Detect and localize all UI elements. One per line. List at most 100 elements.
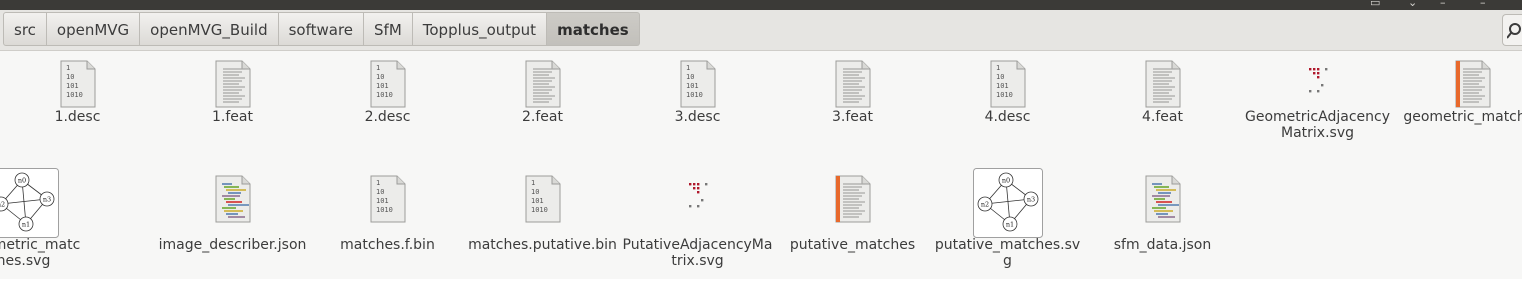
binary-glyph: 101: [66, 82, 79, 90]
file-name: 1.desc: [54, 109, 101, 125]
binary-glyph: 101: [531, 197, 544, 205]
search-button[interactable]: [1502, 14, 1522, 46]
file-thumbnail: [1127, 59, 1199, 109]
file-item[interactable]: 1 10 101 1010 1.desc: [0, 51, 155, 166]
breadcrumb-item-openmvg[interactable]: openMVG: [46, 12, 141, 46]
file-name: 4.desc: [984, 109, 1031, 125]
binary-glyph: 10: [686, 73, 694, 81]
binary-glyph: 10: [376, 188, 384, 196]
binary-glyph: 1: [66, 64, 70, 72]
file-thumbnail: 1 10 101 1010: [42, 59, 114, 109]
file-name: matches.f.bin: [340, 237, 435, 253]
file-name: 3.feat: [832, 109, 873, 125]
file-item[interactable]: image_describer.json: [155, 166, 310, 281]
file-name: geometric_matches: [1403, 109, 1522, 125]
binary-glyph: 10: [996, 73, 1004, 81]
graph-node-n0: n0: [1001, 177, 1009, 185]
file-thumbnail: 1 10 101 1010: [507, 174, 579, 224]
graph-svg-icon: n0 n1 n2 n3: [0, 168, 59, 238]
file-item[interactable]: 1 10 101 1010 2.desc: [310, 51, 465, 166]
graph-node-n1: n1: [1005, 221, 1013, 229]
matrix-svg-icon: [688, 183, 707, 208]
file-grid: 1 10 101 1010 1.desc 1.feat 1 10 101 1010 2.desc 2.…: [0, 51, 1522, 281]
code-file-icon: [1145, 175, 1180, 223]
file-thumbnail: [817, 59, 889, 109]
file-item[interactable]: 1 10 101 1010 matches.putative.bin: [465, 166, 620, 281]
file-thumbnail: [197, 59, 269, 109]
binary-glyph: 10: [531, 188, 539, 196]
binary-glyph: 101: [376, 82, 389, 90]
path-bar: src openMVG openMVG_Build software SfM Topplu…: [0, 10, 1522, 51]
file-thumbnail: n0 n1 n2 n3: [0, 168, 60, 238]
binary-glyph: 1: [376, 64, 380, 72]
breadcrumb-item-software[interactable]: software: [278, 12, 365, 46]
binary-glyph: 1010: [376, 91, 393, 99]
matrix-svg-icon: [1308, 68, 1327, 93]
file-item[interactable]: 2.feat: [465, 51, 620, 166]
binary-glyph: 101: [686, 82, 699, 90]
binary-glyph: 1010: [996, 91, 1013, 99]
text-file-icon: [1145, 60, 1180, 108]
binary-file-icon: 1101011010: [680, 60, 715, 108]
file-item[interactable]: PutativeAdjacencyMatrix.svg: [620, 166, 775, 281]
file-thumbnail: 1 10 101 1010: [972, 59, 1044, 109]
file-name: putative_matches.svg: [934, 237, 1081, 269]
binary-glyph: 10: [66, 73, 74, 81]
binary-glyph: 1: [686, 64, 690, 72]
breadcrumb-item-openmvg_build[interactable]: openMVG_Build: [140, 12, 279, 46]
file-thumbnail: 1 10 101 1010: [662, 59, 734, 109]
file-item[interactable]: putative_matches: [775, 166, 930, 281]
binary-glyph: 1010: [686, 91, 703, 99]
top-panel-strip: ▭ ⌄ – –: [0, 0, 1522, 10]
file-item[interactable]: 1 10 101 1010 3.desc: [620, 51, 775, 166]
file-item[interactable]: sfm_data.json: [1085, 166, 1240, 281]
binary-file-icon: 1101011010: [990, 60, 1025, 108]
binary-glyph: 101: [376, 197, 389, 205]
breadcrumb-item-sfm[interactable]: SfM: [364, 12, 413, 46]
file-thumbnail: [507, 59, 579, 109]
file-name: putative_matches: [789, 237, 916, 253]
file-name: geometric_matches.svg: [0, 237, 81, 269]
search-icon: [1507, 23, 1521, 39]
text-file-icon: [835, 60, 870, 108]
file-item[interactable]: 4.feat: [1085, 51, 1240, 166]
status-area: [0, 279, 1522, 294]
binary-glyph: 1010: [376, 206, 393, 214]
file-name: 3.desc: [674, 109, 721, 125]
window-icon[interactable]: ▭: [1370, 0, 1380, 9]
file-item[interactable]: GeometricAdjacencyMatrix.svg: [1240, 51, 1395, 166]
minimize-icon[interactable]: –: [1440, 0, 1446, 9]
graph-svg-icon: n0 n1 n2 n3: [972, 168, 1043, 238]
text-file-icon: [525, 60, 560, 108]
dropdown-icon[interactable]: ⌄: [1408, 0, 1417, 9]
document-icon: [835, 175, 870, 223]
file-name: 4.feat: [1142, 109, 1183, 125]
file-item[interactable]: 1 10 101 1010 matches.f.bin: [310, 166, 465, 281]
breadcrumb-item-matches[interactable]: matches: [547, 12, 640, 46]
breadcrumb-item-topplus_output[interactable]: Topplus_output: [412, 12, 548, 46]
binary-glyph: 1: [996, 64, 1000, 72]
file-item[interactable]: n0 n1 n2 n3 putative_matches.svg: [930, 166, 1085, 281]
file-thumbnail: [817, 174, 889, 224]
file-view[interactable]: 1 10 101 1010 1.desc 1.feat 1 10 101 1010 2.desc 2.…: [0, 51, 1522, 279]
file-name: matches.putative.bin: [468, 237, 617, 253]
file-thumbnail: [197, 174, 269, 224]
close-icon[interactable]: –: [1480, 0, 1486, 9]
binary-glyph: 1: [531, 179, 535, 187]
file-item[interactable]: n0 n1 n2 n3 geometric_matches.svg: [0, 166, 86, 281]
binary-file-icon: 1101011010: [370, 60, 405, 108]
binary-glyph: 1010: [66, 91, 83, 99]
file-name: 2.desc: [364, 109, 411, 125]
document-icon: [1455, 60, 1490, 108]
file-item[interactable]: 1 10 101 1010 4.desc: [930, 51, 1085, 166]
binary-glyph: 1010: [531, 206, 548, 214]
file-name: GeometricAdjacencyMatrix.svg: [1245, 109, 1390, 141]
binary-glyph: 1: [376, 179, 380, 187]
text-file-icon: [215, 60, 250, 108]
file-item[interactable]: 1.feat: [155, 51, 310, 166]
file-item[interactable]: 3.feat: [775, 51, 930, 166]
file-thumbnail: [662, 174, 734, 224]
file-item[interactable]: geometric_matches: [1395, 51, 1522, 166]
breadcrumb-item-src[interactable]: src: [3, 12, 47, 46]
file-name: 1.feat: [212, 109, 253, 125]
